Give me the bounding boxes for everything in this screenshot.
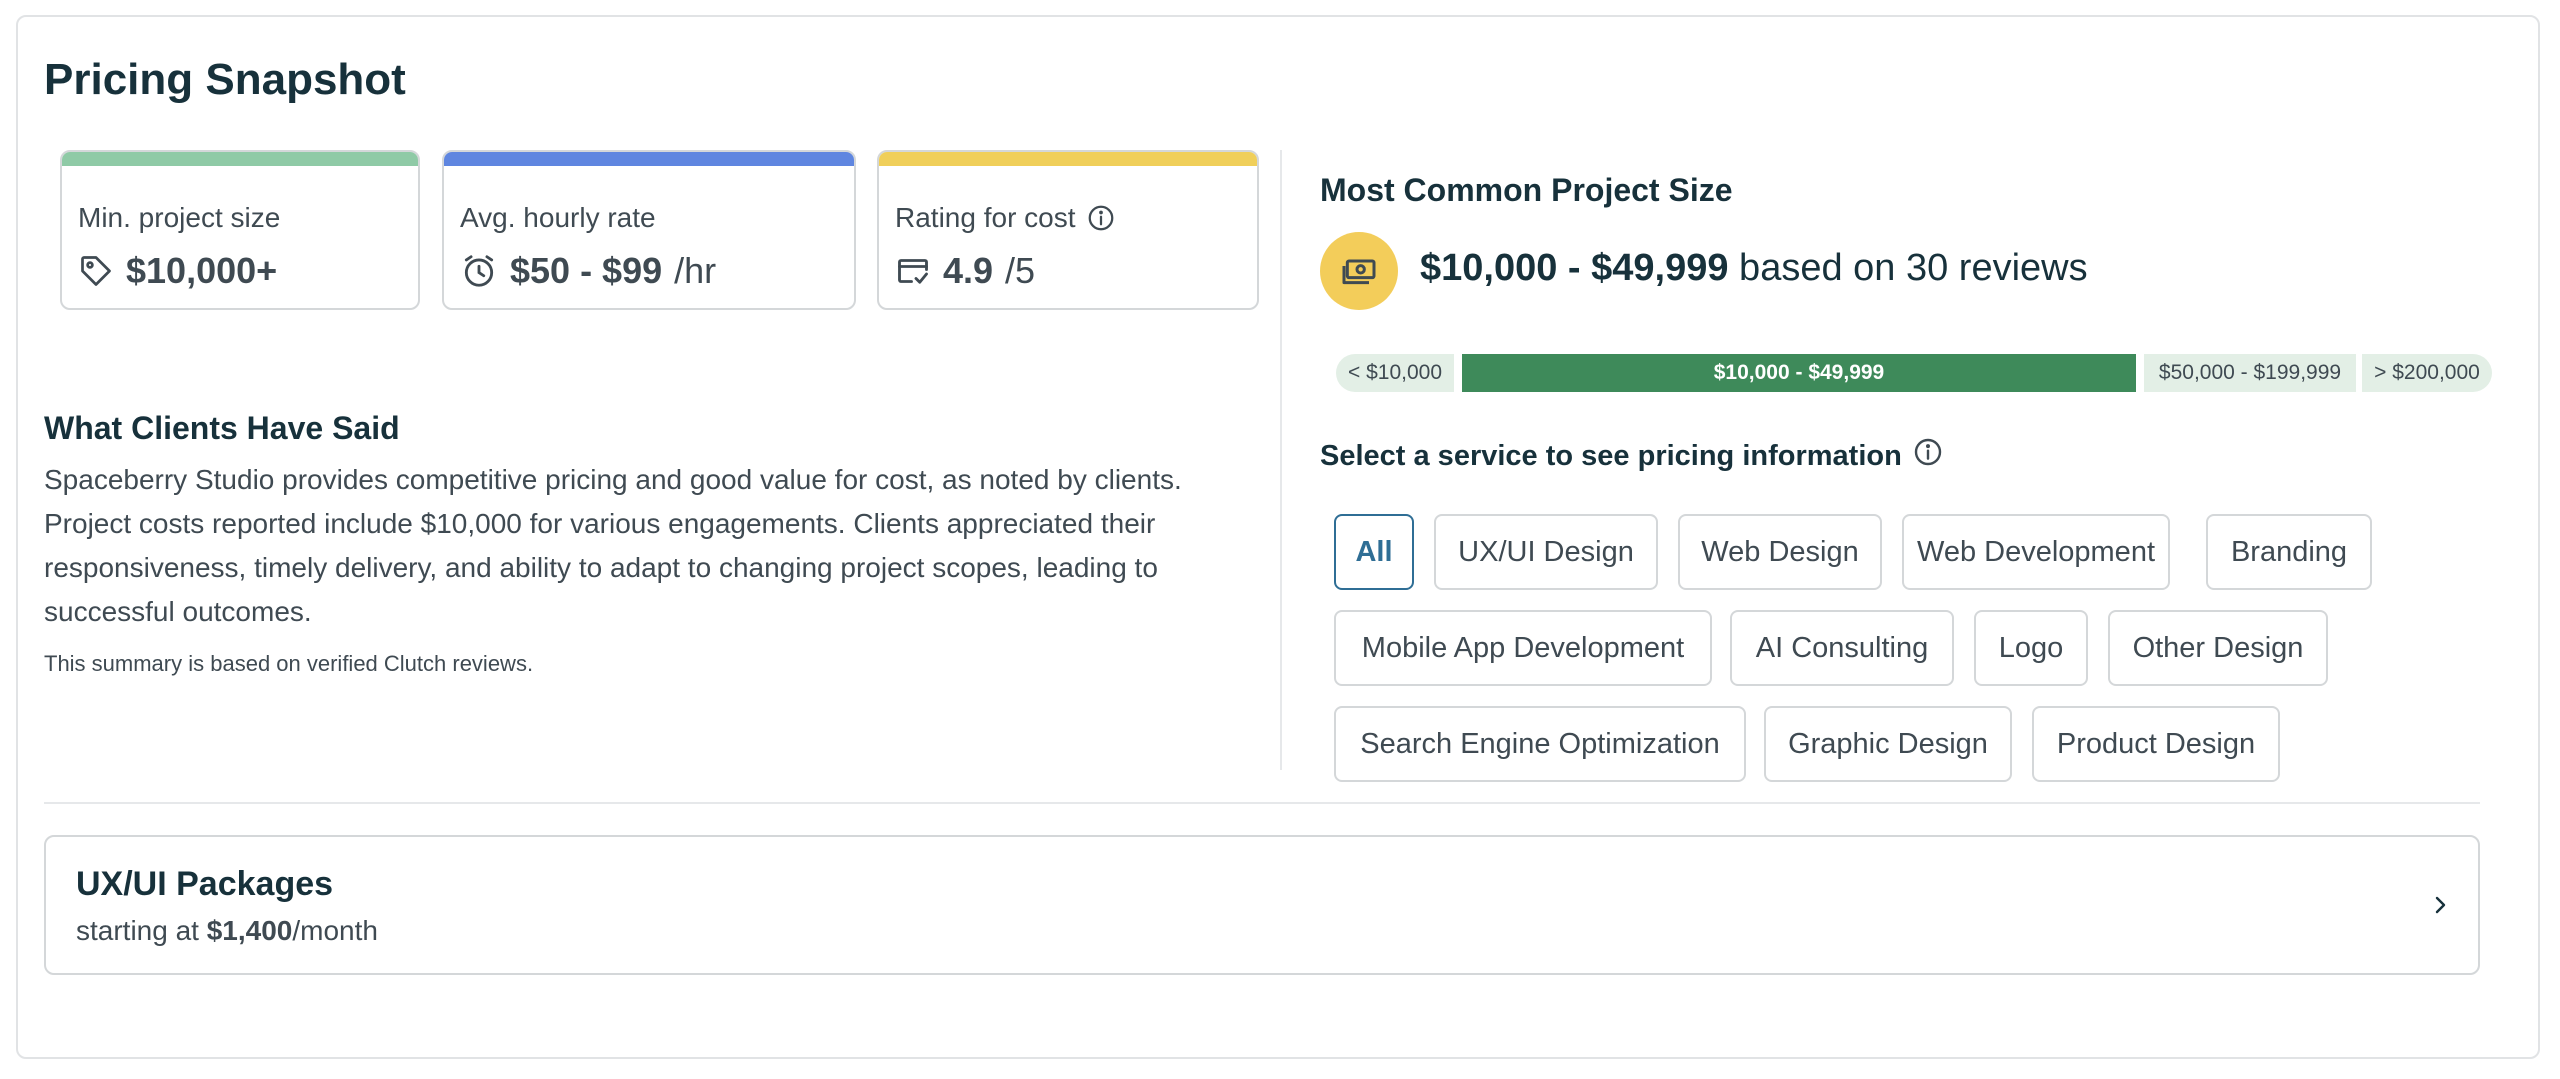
money-icon [1320,232,1398,310]
stat-label: Rating for cost [895,202,1076,233]
summary-footnote: This summary is based on verified Clutch… [44,651,534,676]
service-chip-graphic-design[interactable]: Graphic Design [1764,706,2012,782]
tag-icon [78,253,114,289]
vertical-divider [1280,150,1282,770]
distribution-segment-under-10k: < $10,000 [1336,354,1454,392]
page-title: Pricing Snapshot [44,55,406,104]
service-chip-web-design[interactable]: Web Design [1678,514,1882,590]
clients-summary: Spaceberry Studio provides competitive p… [44,464,1182,627]
distribution-segment-10k-50k: $10,000 - $49,999 [1462,354,2136,392]
clients-heading: What Clients Have Said [44,410,400,446]
stat-label: Min. project size [78,202,281,233]
stat-unit: /hr [674,250,717,291]
service-select-label: Select a service to see pricing informat… [1320,439,1902,472]
common-size-range: $10,000 - $49,999 based on 30 reviews [1420,247,2088,290]
clock-icon [460,252,498,290]
stat-value: $10,000+ [126,250,278,291]
stat-label: Avg. hourly rate [460,202,656,233]
common-size-value: $10,000 - $49,999 [1420,247,1729,289]
service-chip-ux-ui-design[interactable]: UX/UI Design [1434,514,1658,590]
horizontal-divider [44,802,2480,804]
card-accent-bar [62,152,418,166]
package-prefix: starting at [76,915,207,946]
card-accent-bar [879,152,1257,166]
min-project-size-card: Min. project size $10,000+ [60,150,420,310]
info-icon[interactable] [1912,436,1944,476]
service-chip-branding[interactable]: Branding [2206,514,2372,590]
info-icon[interactable] [1086,203,1116,233]
ux-ui-packages-row[interactable]: UX/UI Packages starting at $1,400/month [44,835,2480,975]
card-check-icon [895,253,931,289]
rating-for-cost-card: Rating for cost 4.9 /5 [877,150,1259,310]
service-chip-other-design[interactable]: Other Design [2108,610,2328,686]
service-chip-logo[interactable]: Logo [1974,610,2088,686]
distribution-segment-over-200k: > $200,000 [2362,354,2492,392]
stat-value: $50 - $99 [510,250,663,291]
chevron-right-icon[interactable] [2428,893,2452,922]
stat-value: 4.9 [943,250,994,291]
stat-unit: /5 [1005,250,1036,291]
distribution-segment-50k-200k: $50,000 - $199,999 [2144,354,2356,392]
package-title: UX/UI Packages [76,865,334,903]
service-chip-mobile-app-development[interactable]: Mobile App Development [1334,610,1712,686]
package-subtitle: starting at $1,400/month [76,915,378,947]
service-chip-seo[interactable]: Search Engine Optimization [1334,706,1746,782]
service-chip-product-design[interactable]: Product Design [2032,706,2280,782]
package-suffix: /month [292,915,378,946]
common-size-heading: Most Common Project Size [1320,172,1733,208]
service-chip-web-development[interactable]: Web Development [1902,514,2170,590]
card-accent-bar [444,152,854,166]
common-size-suffix: based on 30 reviews [1728,247,2088,289]
service-chip-all[interactable]: All [1334,514,1414,590]
package-price: $1,400 [206,915,293,946]
avg-hourly-rate-card: Avg. hourly rate $50 - $99 /hr [442,150,856,310]
service-chip-ai-consulting[interactable]: AI Consulting [1730,610,1954,686]
